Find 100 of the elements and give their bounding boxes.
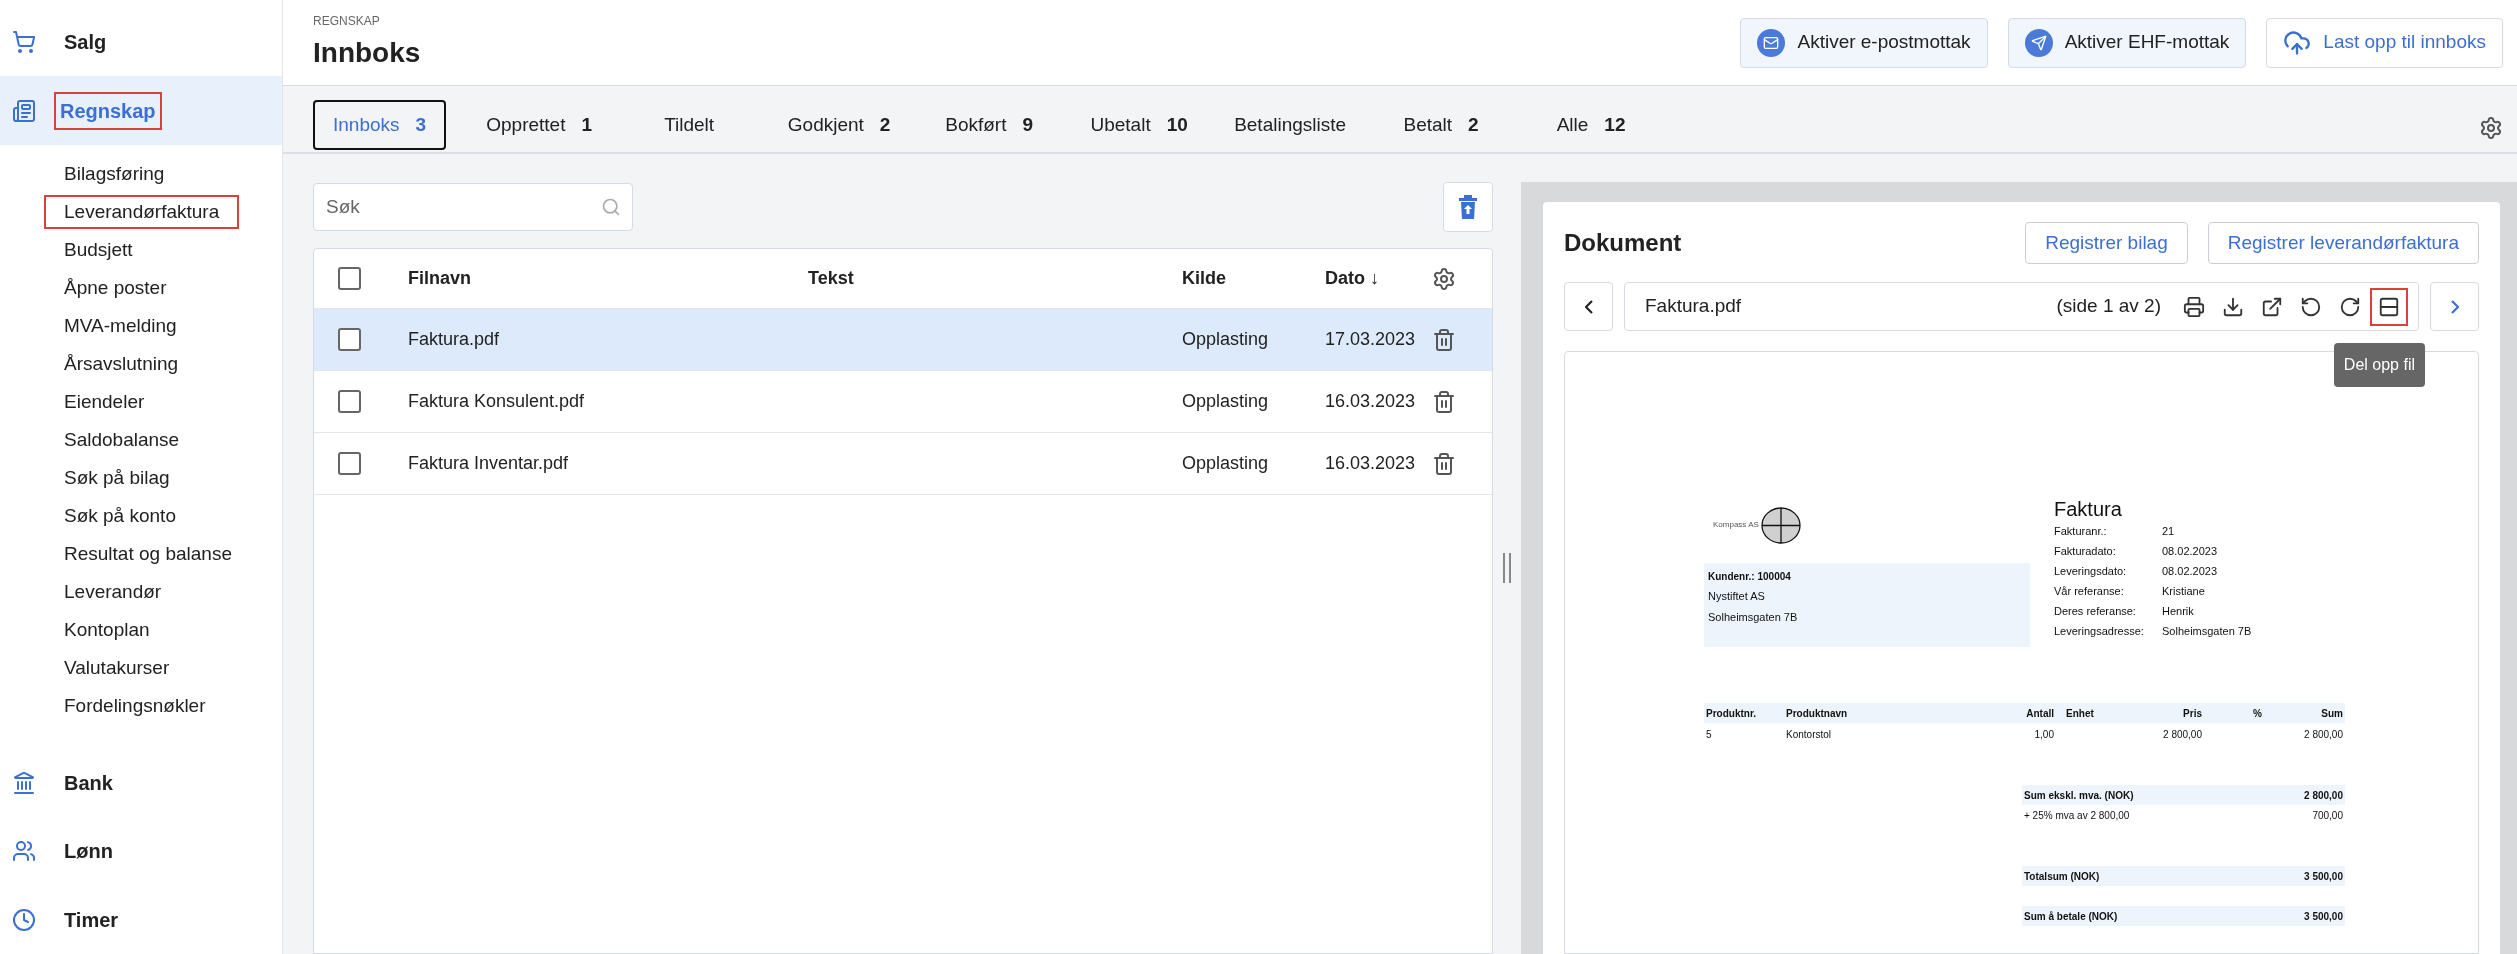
header-button[interactable]: Aktiver e-postmottak <box>1740 17 1988 68</box>
header-button[interactable]: Last opp til innboks <box>2266 17 2503 68</box>
table-cell-text: Opplasting <box>1182 452 1270 475</box>
register-button[interactable]: Registrer leverandørfaktura <box>2207 222 2479 264</box>
total-label: + 25% mva av 2 800,00 <box>2024 808 2130 823</box>
delete-icon[interactable] <box>1432 451 1456 476</box>
file-name: Faktura.pdf <box>1645 294 1743 319</box>
search-icon <box>601 197 621 217</box>
nav-subitem[interactable]: Bilagsføring <box>64 159 165 189</box>
nav-label: Timer <box>63 907 120 933</box>
column-header: Filnavn <box>408 267 472 290</box>
settings-icon[interactable] <box>2479 116 2503 140</box>
invoice-column-header: Produktnavn <box>1786 706 1849 721</box>
customer-address: Solheimsgaten 7B <box>1708 609 1799 625</box>
table-cell-text: Opplasting <box>1182 390 1270 413</box>
nav-subitem[interactable]: Leverandør <box>64 577 162 607</box>
settings-icon[interactable] <box>1432 266 1456 291</box>
nav-subitem[interactable]: Søk på konto <box>64 501 176 531</box>
nav-subitem[interactable]: Eiendeler <box>64 387 145 417</box>
delete-icon[interactable] <box>1432 327 1456 352</box>
table-cell-text: 17.03.2023 <box>1325 328 1417 351</box>
detail-value: Henrik <box>2162 604 2194 619</box>
nav-item[interactable]: Bank <box>0 748 282 818</box>
people-icon <box>12 839 36 864</box>
tab[interactable]: Godkjent 2 <box>764 100 915 150</box>
tab[interactable]: Alle 12 <box>1516 100 1667 150</box>
tab-count: 12 <box>1604 112 1626 137</box>
total-value: 3 500,00 <box>2304 909 2343 924</box>
invoice-column-header: Sum <box>2320 706 2343 721</box>
bank-icon <box>12 771 36 795</box>
tab[interactable]: Ubetalt 10 <box>1064 100 1215 150</box>
resize-handle[interactable] <box>1503 553 1511 583</box>
tab[interactable]: Betalt 2 <box>1366 100 1517 150</box>
total-label: Sum ekskl. mva. (NOK) <box>2024 788 2134 803</box>
total-label: Sum å betale (NOK) <box>2024 909 2118 924</box>
tooltip: Del opp fil <box>2333 343 2425 387</box>
table-cell-text: Faktura Inventar.pdf <box>408 452 570 475</box>
table-cell-text: Faktura Konsulent.pdf <box>408 390 586 413</box>
nav-subitem[interactable]: Resultat og balanse <box>64 539 232 569</box>
tab[interactable]: Opprettet 1 <box>464 100 615 150</box>
column-header: Tekst <box>808 267 855 290</box>
nav-item[interactable]: Salg <box>0 8 282 77</box>
table-row[interactable]: Faktura.pdf Opplasting 17.03.2023 <box>314 309 1492 371</box>
cloud-upload-icon <box>2283 28 2312 57</box>
table-cell-text: Faktura.pdf <box>408 328 501 351</box>
invoice-cell-text: 2 800,00 <box>2303 727 2343 742</box>
nav-label: Regnskap <box>54 91 162 130</box>
cart-icon <box>12 30 36 55</box>
nav-subitem[interactable]: Saldobalanse <box>64 425 180 455</box>
nav-label: Lønn <box>63 839 114 865</box>
deleted-files-button[interactable] <box>1443 182 1493 232</box>
compass-logo <box>1760 506 1801 544</box>
register-button[interactable]: Registrer bilag <box>2025 222 2188 264</box>
checkbox[interactable] <box>338 390 361 413</box>
tab-count: 1 <box>581 112 592 137</box>
column-header[interactable]: Dato ↓ <box>1325 265 1432 292</box>
invoice-cell-text: 5 <box>1706 727 1713 742</box>
table-cell-text: 16.03.2023 <box>1325 390 1417 413</box>
checkbox[interactable] <box>338 267 361 290</box>
nav-subitem[interactable]: MVA-melding <box>64 311 177 341</box>
nav-subitem[interactable]: Leverandørfaktura <box>44 194 240 230</box>
document-title: Dokument <box>1564 228 1682 258</box>
nav-item[interactable]: Lønn <box>0 817 282 886</box>
tab-count: 9 <box>1022 112 1034 137</box>
total-value: 2 800,00 <box>2304 788 2343 803</box>
nav-subitem[interactable]: Valutakurser <box>64 653 170 683</box>
detail-label: Leveringsdato: <box>2054 564 2128 579</box>
detail-value: 21 <box>2162 524 2175 539</box>
invoice-column-header: Antall <box>2025 706 2054 721</box>
nav-subitem[interactable]: Fordelingsnøkler <box>64 691 206 721</box>
tab-count: 2 <box>879 112 891 137</box>
detail-label: Fakturadato: <box>2054 544 2117 559</box>
nav-item[interactable]: Regnskap <box>0 76 282 145</box>
nav-subitem[interactable]: Årsavslutning <box>64 349 179 379</box>
nav-subitem[interactable]: Søk på bilag <box>64 463 170 493</box>
total-label: Totalsum (NOK) <box>2024 869 2100 884</box>
search-field[interactable]: Søk <box>313 183 633 231</box>
nav-subitem[interactable]: Kontoplan <box>64 615 150 645</box>
nav-item[interactable]: Timer <box>0 885 282 954</box>
tab-count: 10 <box>1166 112 1188 137</box>
table-cell-text: Opplasting <box>1182 328 1270 351</box>
invoice-cell-text: 2 800,00 <box>2162 727 2202 742</box>
nav-subitem[interactable]: Budsjett <box>64 235 133 265</box>
page-indicator: (side 1 av 2) <box>2056 294 2161 319</box>
nav-label: Bank <box>63 771 114 796</box>
checkbox[interactable] <box>338 328 361 351</box>
header-button[interactable]: Aktiver EHF-mottak <box>2007 17 2247 68</box>
checkbox[interactable] <box>338 452 361 475</box>
tab-count: 2 <box>1468 112 1479 137</box>
delete-icon[interactable] <box>1432 389 1456 414</box>
tab[interactable]: Betalingsliste <box>1214 100 1367 150</box>
tab[interactable]: Bokført 9 <box>914 100 1065 150</box>
detail-label: Leveringsadresse: <box>2054 624 2145 639</box>
page-title: Innboks <box>313 35 421 70</box>
tab[interactable]: Tildelt <box>614 100 765 150</box>
split-icon[interactable] <box>2370 287 2408 326</box>
tab[interactable]: Innboks 3 <box>313 100 447 150</box>
trash-restore-icon <box>1459 195 1477 219</box>
newspaper-icon <box>12 98 36 123</box>
nav-subitem[interactable]: Åpne poster <box>64 273 167 303</box>
